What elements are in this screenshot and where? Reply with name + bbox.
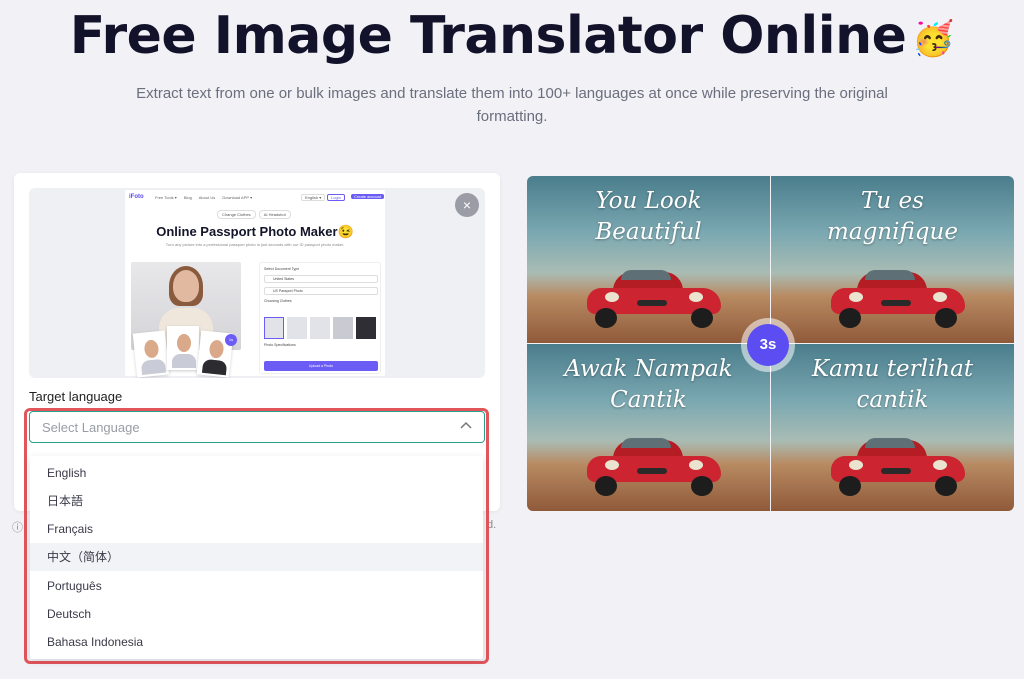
demo-caption: You Look Beautiful xyxy=(527,186,770,248)
clothes-swatch xyxy=(310,317,330,339)
passport-thumb xyxy=(132,330,170,378)
info-icon: ⓘ xyxy=(12,522,23,534)
preview-nav-link: About Us xyxy=(198,195,216,200)
language-dropdown: English 日本語 Français 中文（简体） Português De… xyxy=(30,456,483,659)
preview-title: Online Passport Photo Maker😉 xyxy=(125,224,385,240)
clothes-swatch xyxy=(287,317,307,339)
page-title: Free Image Translator Online 🥳 xyxy=(0,6,1024,66)
red-car xyxy=(831,268,965,328)
party-face-icon: 🥳 xyxy=(912,19,955,59)
demo-caption-line: cantik xyxy=(856,387,929,413)
language-option-portuguese[interactable]: Português xyxy=(30,572,483,600)
demo-caption: Tu es magnifique xyxy=(771,186,1014,248)
preview-form-label: Choosing Clothes xyxy=(264,299,292,303)
preview-description: Turn any picture into a professional pas… xyxy=(165,242,345,247)
demo-caption: Awak Nampak Cantik xyxy=(527,354,770,416)
demo-caption-line: Tu es xyxy=(861,188,924,214)
preview-create-button: Create account xyxy=(351,194,385,199)
preview-nav-link: Download APP ▾ xyxy=(222,195,253,200)
preview-badge: 1s xyxy=(225,334,237,346)
preview-title-text: Online Passport Photo Maker xyxy=(156,224,338,239)
demo-caption: Kamu terlihat cantik xyxy=(771,354,1014,416)
preview-form-label: Photo Specifications xyxy=(264,343,296,347)
timer-badge: 3s xyxy=(741,318,795,372)
preview-screenshot: iFoto Free Tools ▾ Blog About Us Downloa… xyxy=(125,190,385,378)
language-option-german[interactable]: Deutsch xyxy=(30,600,483,628)
clothes-swatch xyxy=(333,317,353,339)
clothes-swatch xyxy=(356,317,376,339)
passport-thumb xyxy=(167,326,199,370)
demo-caption-line: Kamu terlihat xyxy=(811,356,974,382)
preview-nav-link: Blog xyxy=(183,195,192,200)
red-car xyxy=(587,436,721,496)
demo-caption-line: Beautiful xyxy=(595,219,702,245)
demo-caption-line: Awak Nampak xyxy=(564,356,733,382)
preview-lang-select: English ▾ xyxy=(301,194,326,201)
red-car xyxy=(587,268,721,328)
preview-tab: AI Headshot xyxy=(258,210,291,219)
wink-emoji-icon: 😉 xyxy=(337,224,354,239)
preview-tabs: Change Clothes AI Headshot xyxy=(217,210,294,219)
language-option-english[interactable]: English xyxy=(30,459,483,487)
language-option-indonesian[interactable]: Bahasa Indonesia xyxy=(30,628,483,656)
demo-quadrant-malay: Awak Nampak Cantik xyxy=(527,344,770,511)
preview-tab: Change Clothes xyxy=(217,210,256,219)
demo-quadrant-indonesian: Kamu terlihat cantik xyxy=(771,344,1014,511)
page-subtitle: Extract text from one or bulk images and… xyxy=(136,85,888,125)
demo-caption-line: You Look xyxy=(595,188,702,214)
close-icon[interactable]: × xyxy=(455,193,479,217)
preview-upload-button: Upload a Photo xyxy=(264,361,378,371)
demo-caption-line: Cantik xyxy=(610,387,687,413)
target-language-label: Target language xyxy=(29,389,123,404)
preview-form: Select Document Type United States US Pa… xyxy=(259,262,381,374)
preview-nav-links: Free Tools ▾ Blog About Us Download APP … xyxy=(155,195,258,200)
preview-passport-thumbs xyxy=(132,324,245,378)
language-option-japanese[interactable]: 日本語 xyxy=(30,487,483,515)
preview-clothes-swatches xyxy=(264,317,378,339)
demo-quadrant-english: You Look Beautiful xyxy=(527,176,770,343)
portrait-head xyxy=(173,270,199,302)
image-preview: iFoto Free Tools ▾ Blog About Us Downloa… xyxy=(29,188,485,378)
red-car xyxy=(831,436,965,496)
language-option-chinese-simplified[interactable]: 中文（简体） xyxy=(30,543,483,571)
preview-logo: iFoto xyxy=(129,194,144,200)
page-title-text: Free Image Translator Online xyxy=(69,6,907,66)
preview-country-select: United States xyxy=(264,275,378,283)
timer-label: 3s xyxy=(747,324,789,366)
demo-caption-line: magnifique xyxy=(827,219,958,245)
language-option-french[interactable]: Français xyxy=(30,515,483,543)
preview-form-label: Select Document Type xyxy=(264,267,300,271)
preview-doc-select: US Passport Photo xyxy=(264,287,378,295)
preview-login-button: Login xyxy=(327,194,345,201)
preview-nav-link: Free Tools ▾ xyxy=(155,195,177,200)
demo-quadrant-french: Tu es magnifique xyxy=(771,176,1014,343)
preview-navbar: iFoto Free Tools ▾ Blog About Us Downloa… xyxy=(125,190,385,204)
clothes-swatch xyxy=(264,317,284,339)
